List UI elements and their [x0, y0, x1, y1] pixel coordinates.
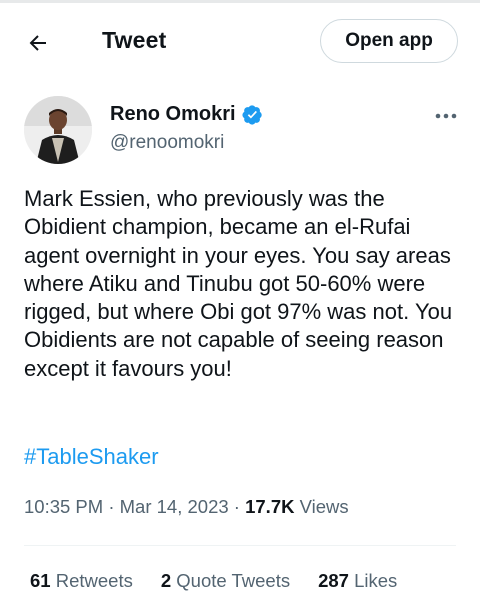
verified-badge-icon	[242, 104, 263, 125]
author-name-text: Reno Omokri	[110, 103, 236, 125]
engagement-stats: 61 Retweets 2 Quote Tweets 287 Likes	[30, 570, 425, 592]
tweet-date[interactable]: Mar 14, 2023	[120, 496, 229, 517]
open-app-button[interactable]: Open app	[320, 19, 458, 63]
more-options-button[interactable]	[428, 104, 464, 128]
tweet-text: Mark Essien, who previously was the Obid…	[24, 186, 453, 381]
arrow-left-icon	[29, 35, 46, 51]
tweet-time[interactable]: 10:35 PM	[24, 496, 103, 517]
back-button[interactable]	[18, 25, 58, 61]
header-bar: Tweet Open app	[0, 3, 480, 79]
likes-stat[interactable]: 287 Likes	[318, 570, 397, 592]
avatar[interactable]	[24, 96, 92, 164]
quote-tweets-stat[interactable]: 2 Quote Tweets	[161, 570, 290, 592]
likes-count: 287	[318, 570, 349, 591]
author-name[interactable]: Reno Omokri	[110, 103, 263, 126]
quote-tweets-label: Quote Tweets	[176, 570, 291, 591]
views-label: Views	[299, 496, 349, 517]
retweets-label: Retweets	[55, 570, 133, 591]
meta-separator: ·	[108, 496, 115, 517]
more-horizontal-icon	[435, 113, 457, 119]
hashtag-link[interactable]: #TableShaker	[24, 444, 159, 470]
retweets-count: 61	[30, 570, 51, 591]
author-handle[interactable]: @renoomokri	[110, 132, 224, 154]
likes-label: Likes	[354, 570, 398, 591]
divider	[24, 545, 456, 546]
profile-photo-icon	[24, 96, 92, 164]
quote-tweets-count: 2	[160, 570, 172, 591]
tweet-meta: 10:35 PM · Mar 14, 2023 · 17.7K Views	[24, 496, 349, 518]
meta-separator: ·	[233, 496, 240, 517]
retweets-stat[interactable]: 61 Retweets	[30, 570, 133, 592]
page-title: Tweet	[102, 27, 167, 53]
views-count: 17.7K	[245, 496, 295, 517]
